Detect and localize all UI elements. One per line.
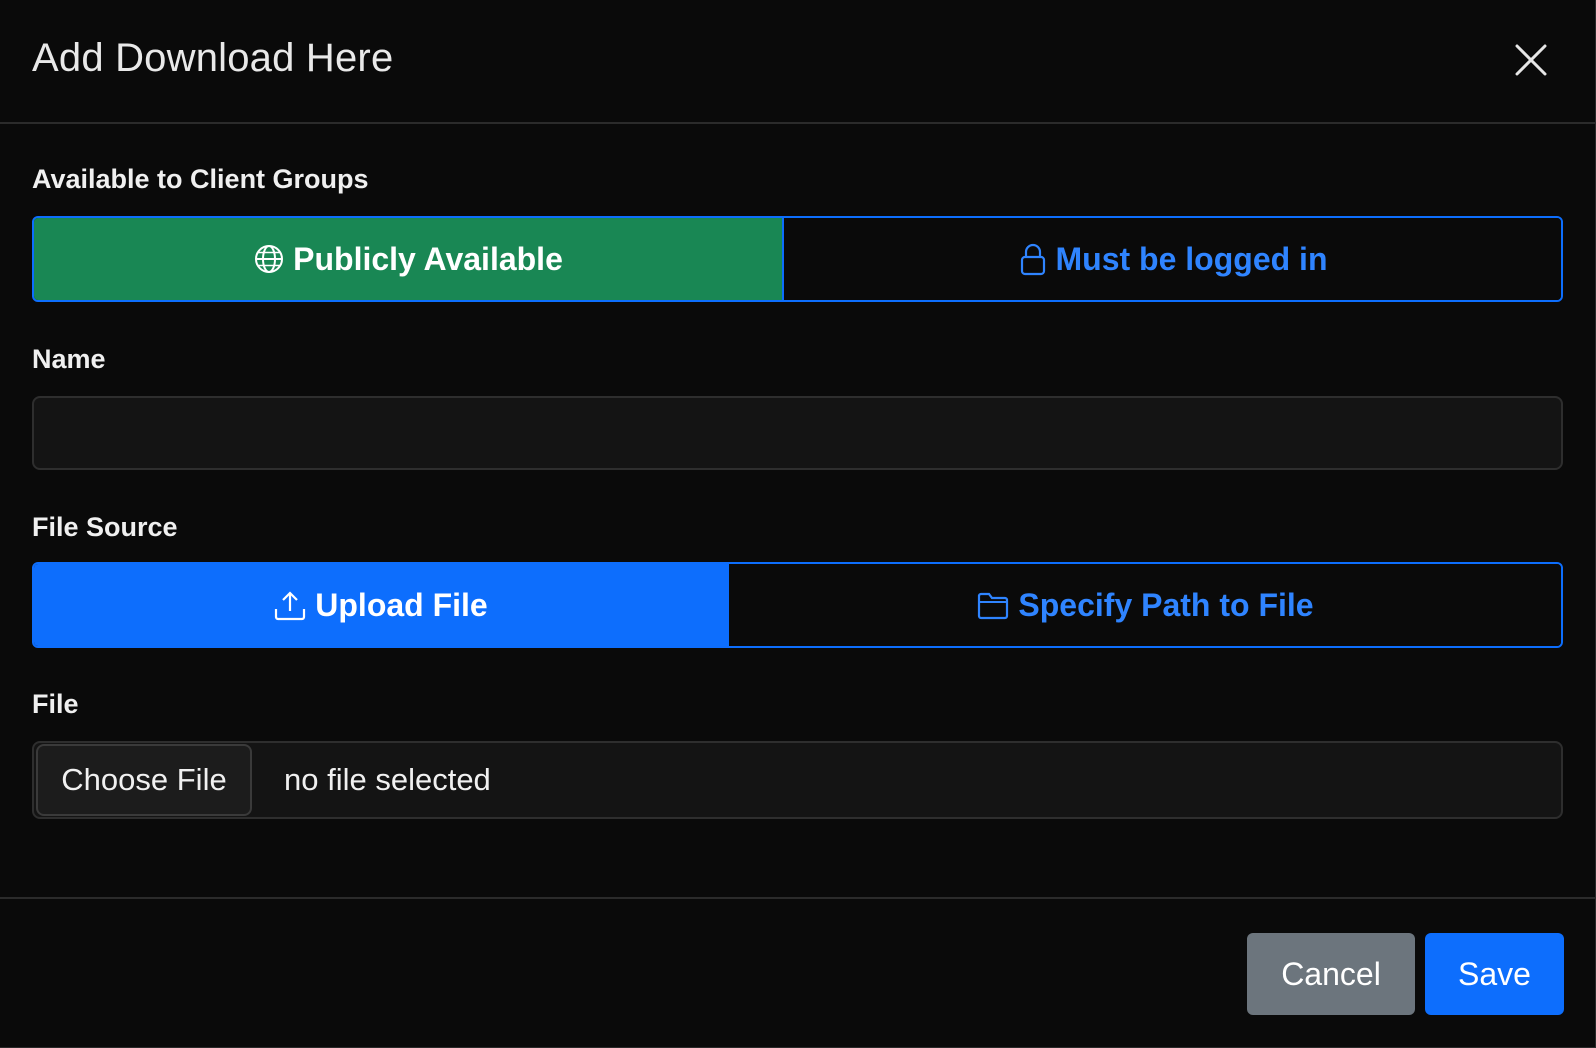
folder-icon — [976, 590, 1010, 620]
modal-footer: Cancel Save — [0, 897, 1595, 1048]
add-download-modal: Add Download Here Available to Client Gr… — [0, 0, 1596, 1048]
choose-file-button[interactable]: Choose File — [36, 744, 252, 816]
close-icon — [1515, 44, 1547, 76]
option-label: Must be logged in — [1055, 240, 1328, 277]
option-label: Publicly Available — [293, 240, 563, 277]
option-must-be-logged-in[interactable]: Must be logged in — [784, 218, 1561, 300]
globe-icon — [253, 243, 285, 275]
cancel-button[interactable]: Cancel — [1247, 933, 1415, 1015]
client-groups-toggle: Publicly Available Must be logged in — [32, 216, 1563, 302]
upload-icon — [273, 589, 307, 621]
file-source-label: File Source — [32, 512, 178, 542]
option-publicly-available[interactable]: Publicly Available — [34, 218, 784, 300]
modal-title: Add Download Here — [32, 36, 394, 80]
option-upload-file[interactable]: Upload File — [34, 564, 729, 646]
name-label: Name — [32, 344, 106, 374]
file-input: Choose File no file selected — [32, 741, 1563, 819]
lock-icon — [1018, 242, 1048, 276]
file-status-text: no file selected — [284, 762, 491, 797]
modal-header: Add Download Here — [0, 0, 1595, 124]
close-button[interactable] — [1511, 40, 1551, 80]
name-input[interactable] — [32, 396, 1563, 470]
file-label: File — [32, 689, 79, 719]
client-groups-label: Available to Client Groups — [32, 164, 369, 194]
save-button[interactable]: Save — [1425, 933, 1564, 1015]
option-specify-path[interactable]: Specify Path to File — [729, 564, 1561, 646]
file-source-toggle: Upload File Specify Path to File — [32, 562, 1563, 648]
option-label: Specify Path to File — [1018, 586, 1314, 623]
option-label: Upload File — [315, 586, 488, 623]
